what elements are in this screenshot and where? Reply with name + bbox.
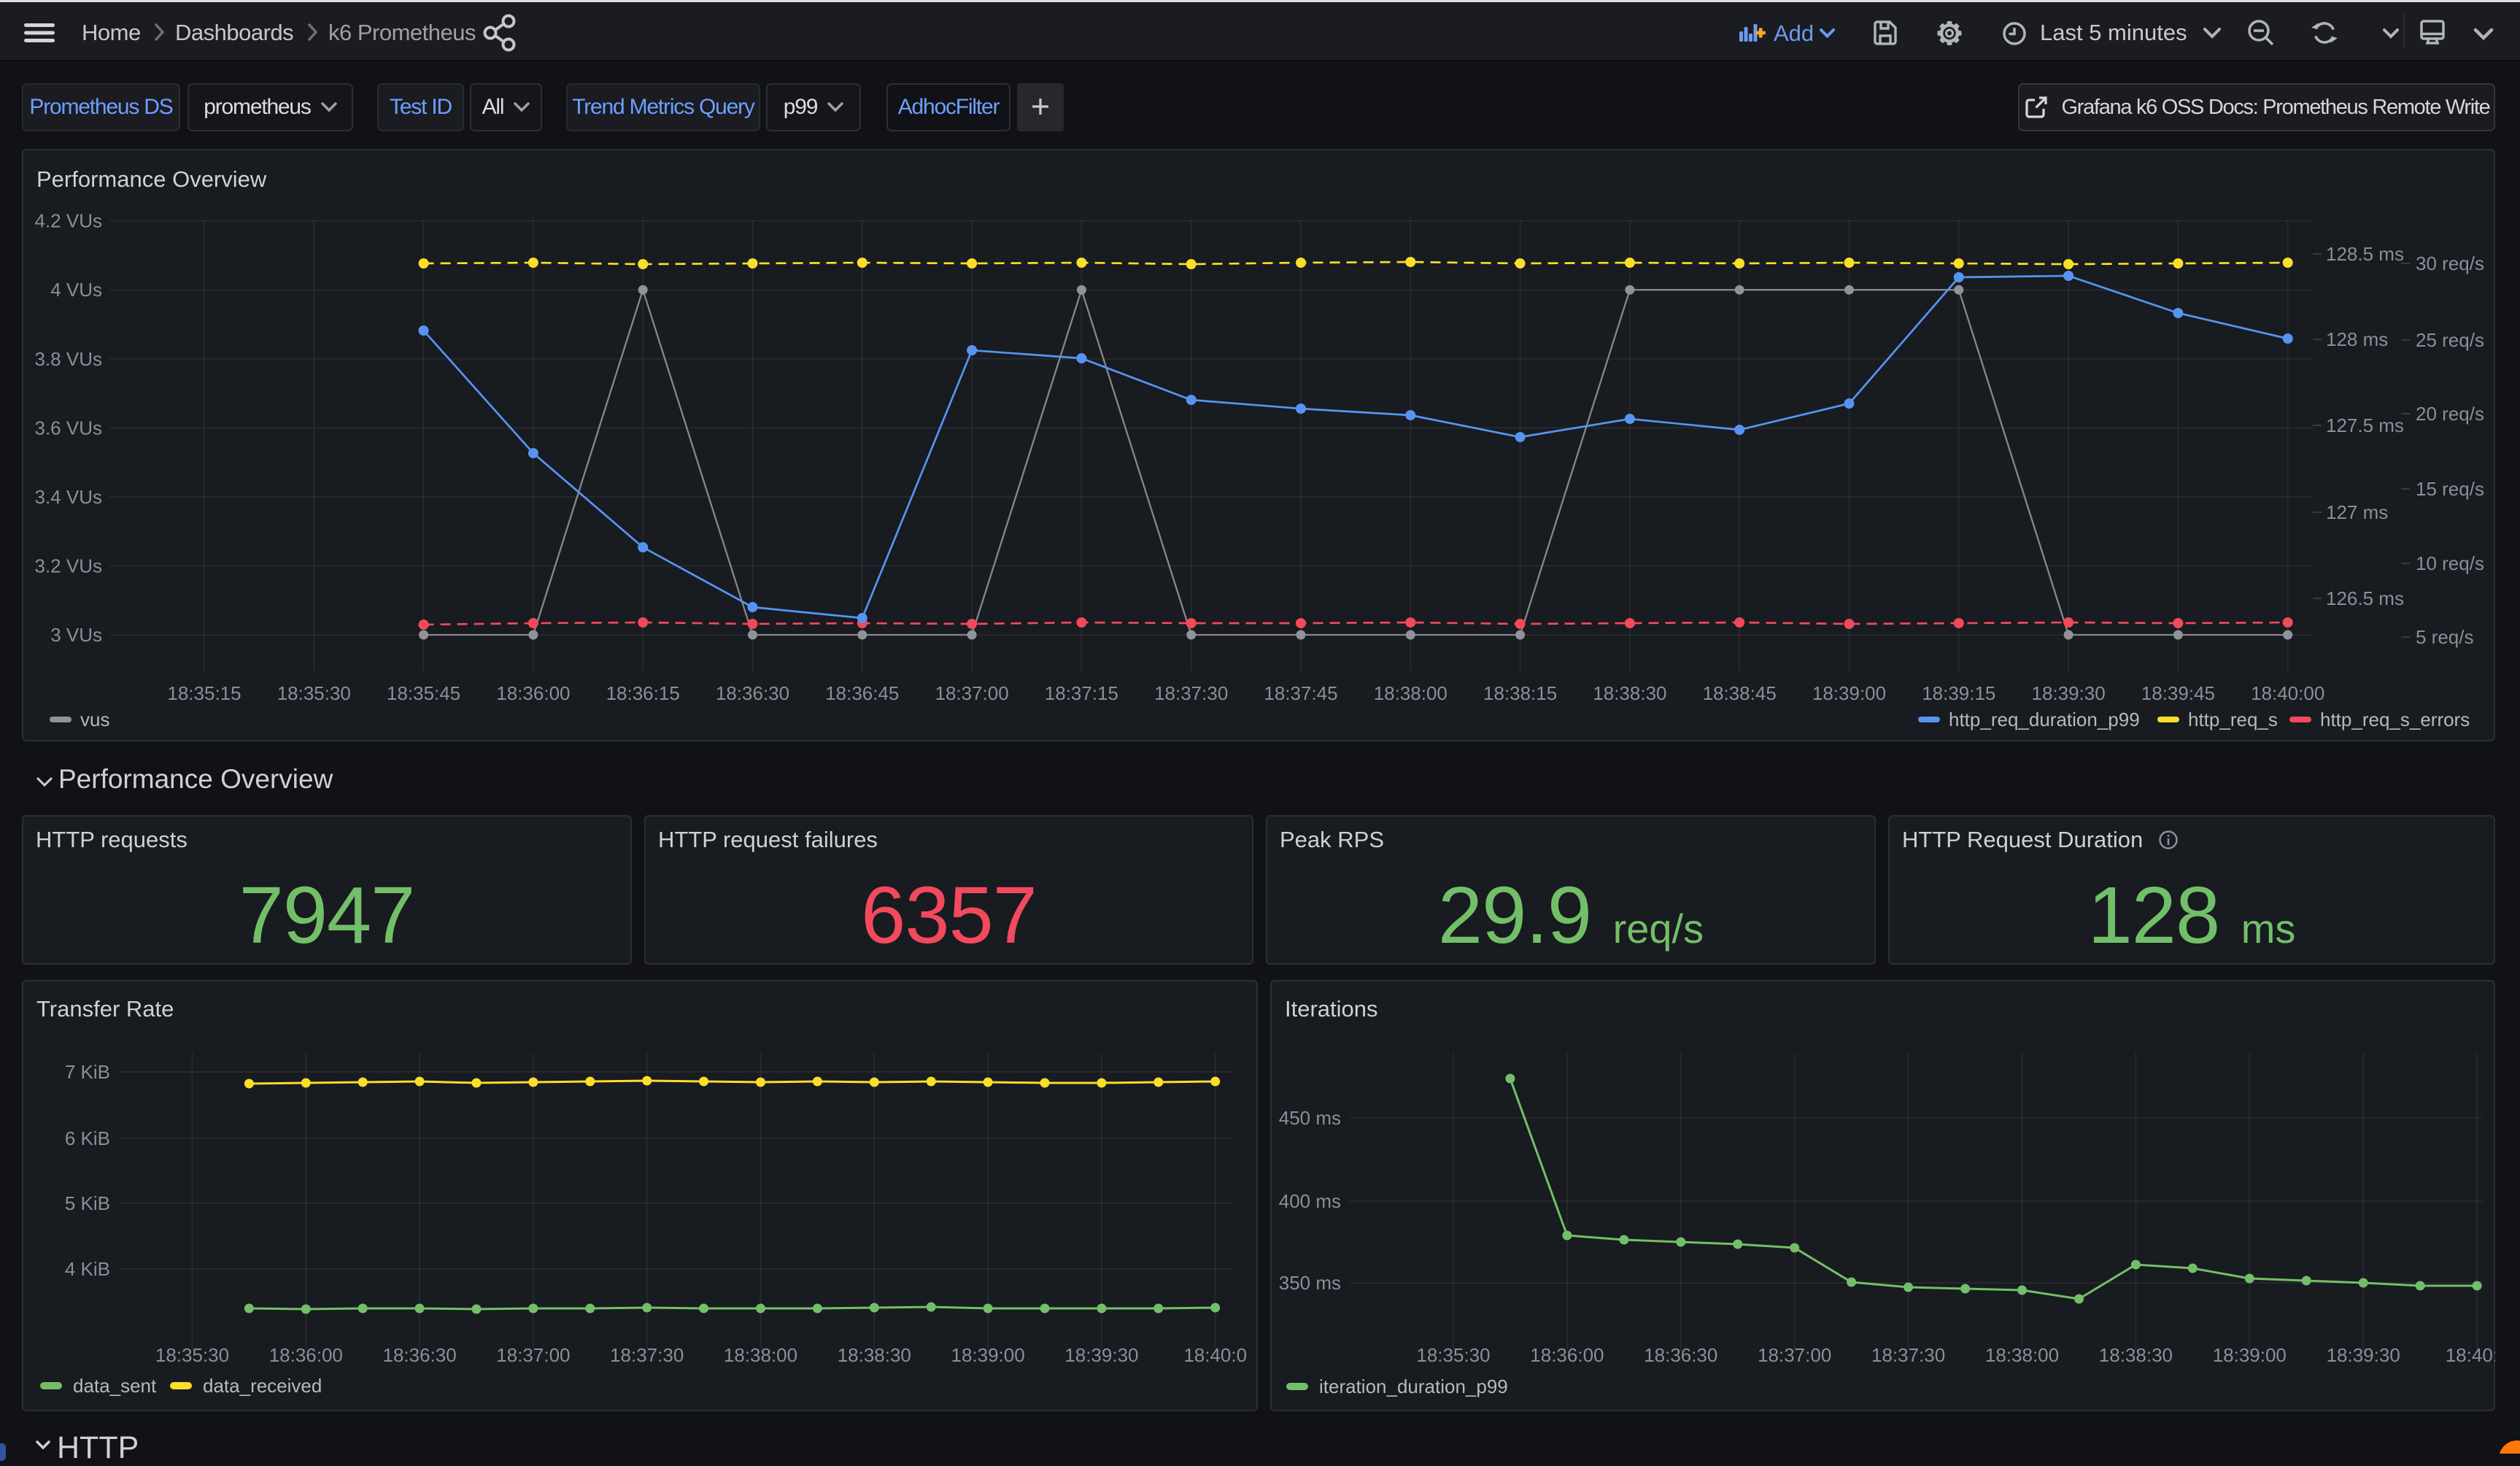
svg-text:data_received: data_received	[203, 1375, 322, 1397]
svg-text:Dashboards: Dashboards	[175, 20, 293, 45]
svg-text:18:38:30: 18:38:30	[1593, 682, 1666, 704]
svg-text:18:39:00: 18:39:00	[2213, 1344, 2287, 1366]
svg-text:18:39:15: 18:39:15	[1922, 682, 1995, 704]
svg-text:127 ms: 127 ms	[2326, 501, 2388, 523]
svg-text:4.2 VUs: 4.2 VUs	[35, 210, 103, 232]
svg-text:10 req/s: 10 req/s	[2416, 552, 2484, 574]
svg-text:18:37:00: 18:37:00	[496, 1344, 570, 1366]
svg-text:18:38:30: 18:38:30	[2099, 1344, 2173, 1366]
svg-text:18:38:00: 18:38:00	[1374, 682, 1448, 704]
svg-text:18:37:00: 18:37:00	[1758, 1344, 1831, 1366]
svg-text:18:35:30: 18:35:30	[155, 1344, 229, 1366]
svg-text:vus: vus	[80, 709, 109, 730]
svg-text:4 KiB: 4 KiB	[65, 1258, 110, 1280]
svg-text:18:36:00: 18:36:00	[269, 1344, 343, 1366]
svg-text:18:40:00: 18:40:00	[2251, 682, 2324, 704]
svg-text:iteration_duration_p99: iteration_duration_p99	[1319, 1376, 1508, 1397]
svg-text:5 req/s: 5 req/s	[2416, 626, 2474, 648]
svg-text:18:35:15: 18:35:15	[167, 682, 241, 704]
svg-text:18:36:15: 18:36:15	[606, 682, 680, 704]
svg-text:Last 5 minutes: Last 5 minutes	[2040, 20, 2187, 45]
svg-text:15 req/s: 15 req/s	[2416, 478, 2484, 500]
svg-text:18:37:45: 18:37:45	[1264, 682, 1337, 704]
svg-text:18:40:0: 18:40:0	[1183, 1344, 1247, 1366]
svg-text:18:39:30: 18:39:30	[2031, 682, 2105, 704]
svg-text:k6 Prometheus: k6 Prometheus	[328, 20, 476, 45]
svg-text:127.5 ms: 127.5 ms	[2326, 414, 2404, 436]
svg-text:18:35:30: 18:35:30	[1416, 1344, 1490, 1366]
svg-text:18:38:00: 18:38:00	[724, 1344, 797, 1366]
svg-text:128 ms: 128 ms	[2326, 328, 2388, 350]
svg-text:http_req_duration_p99: http_req_duration_p99	[1949, 709, 2140, 730]
svg-text:3.2 VUs: 3.2 VUs	[35, 555, 103, 576]
svg-text:4 VUs: 4 VUs	[50, 279, 102, 301]
svg-text:18:38:00: 18:38:00	[1985, 1344, 2059, 1366]
svg-text:6 KiB: 6 KiB	[65, 1127, 110, 1149]
svg-text:data_sent: data_sent	[73, 1375, 157, 1397]
svg-text:http_req_s_errors: http_req_s_errors	[2320, 709, 2470, 730]
svg-text:Home: Home	[82, 20, 141, 45]
svg-text:18:36:00: 18:36:00	[1530, 1344, 1604, 1366]
svg-text:3 VUs: 3 VUs	[50, 624, 102, 646]
svg-text:18:37:30: 18:37:30	[610, 1344, 684, 1366]
svg-text:7 KiB: 7 KiB	[65, 1061, 110, 1083]
svg-text:18:36:30: 18:36:30	[382, 1344, 456, 1366]
svg-text:128.5 ms: 128.5 ms	[2326, 243, 2404, 265]
svg-text:18:39:45: 18:39:45	[2141, 682, 2215, 704]
svg-text:18:36:00: 18:36:00	[496, 682, 570, 704]
svg-text:18:39:00: 18:39:00	[1812, 682, 1886, 704]
svg-text:3.8 VUs: 3.8 VUs	[35, 348, 103, 370]
svg-text:18:36:30: 18:36:30	[1644, 1344, 1717, 1366]
svg-text:18:37:15: 18:37:15	[1045, 682, 1118, 704]
svg-text:450 ms: 450 ms	[1279, 1107, 1341, 1129]
svg-text:350 ms: 350 ms	[1279, 1272, 1341, 1294]
svg-text:18:38:45: 18:38:45	[1703, 682, 1777, 704]
svg-text:18:35:30: 18:35:30	[277, 682, 351, 704]
svg-text:18:40:0: 18:40:0	[2446, 1344, 2495, 1366]
svg-text:18:39:30: 18:39:30	[2327, 1344, 2400, 1366]
svg-text:18:37:30: 18:37:30	[1871, 1344, 1945, 1366]
svg-text:18:37:00: 18:37:00	[935, 682, 1008, 704]
svg-text:18:39:30: 18:39:30	[1064, 1344, 1138, 1366]
svg-text:18:37:30: 18:37:30	[1154, 682, 1228, 704]
svg-text:18:38:30: 18:38:30	[838, 1344, 911, 1366]
svg-text:30 req/s: 30 req/s	[2416, 252, 2484, 274]
svg-text:3.4 VUs: 3.4 VUs	[35, 486, 103, 508]
svg-text:Add: Add	[1774, 20, 1814, 46]
svg-text:400 ms: 400 ms	[1279, 1190, 1341, 1212]
svg-text:18:38:15: 18:38:15	[1483, 682, 1557, 704]
svg-text:18:39:00: 18:39:00	[951, 1344, 1024, 1366]
svg-text:18:36:30: 18:36:30	[716, 682, 789, 704]
svg-text:20 req/s: 20 req/s	[2416, 403, 2484, 425]
svg-text:126.5 ms: 126.5 ms	[2326, 587, 2404, 609]
svg-text:3.6 VUs: 3.6 VUs	[35, 417, 103, 439]
svg-text:http_req_s: http_req_s	[2188, 709, 2278, 730]
svg-text:25 req/s: 25 req/s	[2416, 329, 2484, 351]
svg-text:18:35:45: 18:35:45	[387, 682, 460, 704]
svg-text:5 KiB: 5 KiB	[65, 1192, 110, 1214]
svg-text:18:36:45: 18:36:45	[825, 682, 899, 704]
